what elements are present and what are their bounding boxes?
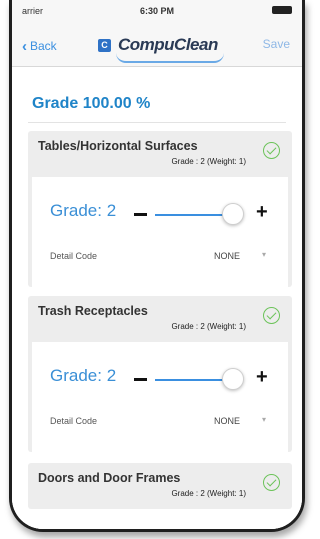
section-trash-receptacles: Trash Receptacles Grade : 2 (Weight: 1) … bbox=[28, 296, 292, 452]
check-circle-icon bbox=[263, 307, 280, 324]
chevron-left-icon: ‹ bbox=[22, 38, 27, 55]
section-subtitle: Grade : 2 (Weight: 1) bbox=[171, 157, 246, 166]
detail-code-select[interactable]: NONE bbox=[214, 416, 240, 426]
section-body: Grade: 2 + Detail Code NONE ▾ bbox=[32, 177, 288, 287]
section-header[interactable]: Trash Receptacles Grade : 2 (Weight: 1) bbox=[28, 296, 292, 342]
section-header[interactable]: Tables/Horizontal Surfaces Grade : 2 (We… bbox=[28, 131, 292, 177]
logo-mark-icon: C bbox=[98, 38, 111, 52]
grade-increase-button[interactable]: + bbox=[256, 201, 268, 224]
status-time: 6:30 PM bbox=[139, 6, 174, 16]
screen: arrier 6:30 PM ‹ Back C CompuClean Save G… bbox=[12, 0, 302, 529]
section-subtitle: Grade : 2 (Weight: 1) bbox=[171, 489, 246, 498]
detail-code-select[interactable]: NONE bbox=[214, 251, 240, 261]
grade-increase-button[interactable]: + bbox=[256, 366, 268, 389]
grade-label: Grade: 2 bbox=[50, 201, 117, 220]
status-bar: arrier 6:30 PM bbox=[12, 0, 302, 20]
section-doors-and-door-frames: Doors and Door Frames Grade : 2 (Weight:… bbox=[28, 463, 292, 509]
logo-mark-letter: C bbox=[101, 39, 108, 50]
battery-icon bbox=[272, 6, 292, 14]
inspection-content[interactable]: Grade 100.00 % Tables/Horizontal Surface… bbox=[12, 67, 302, 529]
grade-slider-thumb[interactable] bbox=[222, 203, 244, 225]
section-body: Grade: 2 + Detail Code NONE ▾ bbox=[32, 342, 288, 452]
logo-text: CompuClean bbox=[118, 35, 218, 54]
back-button[interactable]: ‹ Back bbox=[22, 37, 57, 55]
section-title: Trash Receptacles bbox=[38, 304, 148, 318]
grade-slider-thumb[interactable] bbox=[222, 368, 244, 390]
logo-swoosh bbox=[116, 53, 224, 63]
chevron-down-icon[interactable]: ▾ bbox=[262, 415, 266, 424]
check-circle-icon bbox=[263, 142, 280, 159]
section-tables-horizontal-surfaces: Tables/Horizontal Surfaces Grade : 2 (We… bbox=[28, 131, 292, 287]
section-title: Tables/Horizontal Surfaces bbox=[38, 139, 198, 153]
grade-decrease-button[interactable] bbox=[134, 213, 147, 216]
back-label: Back bbox=[30, 39, 57, 53]
section-title: Doors and Door Frames bbox=[38, 471, 181, 485]
detail-code-label: Detail Code bbox=[50, 251, 98, 261]
grade-label: Grade: 2 bbox=[50, 366, 117, 385]
detail-code-label: Detail Code bbox=[50, 416, 98, 426]
section-subtitle: Grade : 2 (Weight: 1) bbox=[171, 322, 246, 331]
compuclean-logo: C CompuClean bbox=[98, 33, 224, 63]
overall-grade-title: Grade 100.00 % bbox=[32, 95, 151, 112]
nav-bar: ‹ Back C CompuClean Save bbox=[12, 20, 302, 67]
chevron-down-icon[interactable]: ▾ bbox=[262, 250, 266, 259]
save-button[interactable]: Save bbox=[263, 37, 290, 51]
divider bbox=[28, 122, 286, 123]
phone-frame: arrier 6:30 PM ‹ Back C CompuClean Save G… bbox=[9, 0, 305, 532]
grade-decrease-button[interactable] bbox=[134, 378, 147, 381]
section-header[interactable]: Doors and Door Frames Grade : 2 (Weight:… bbox=[28, 463, 292, 509]
check-circle-icon bbox=[263, 474, 280, 491]
